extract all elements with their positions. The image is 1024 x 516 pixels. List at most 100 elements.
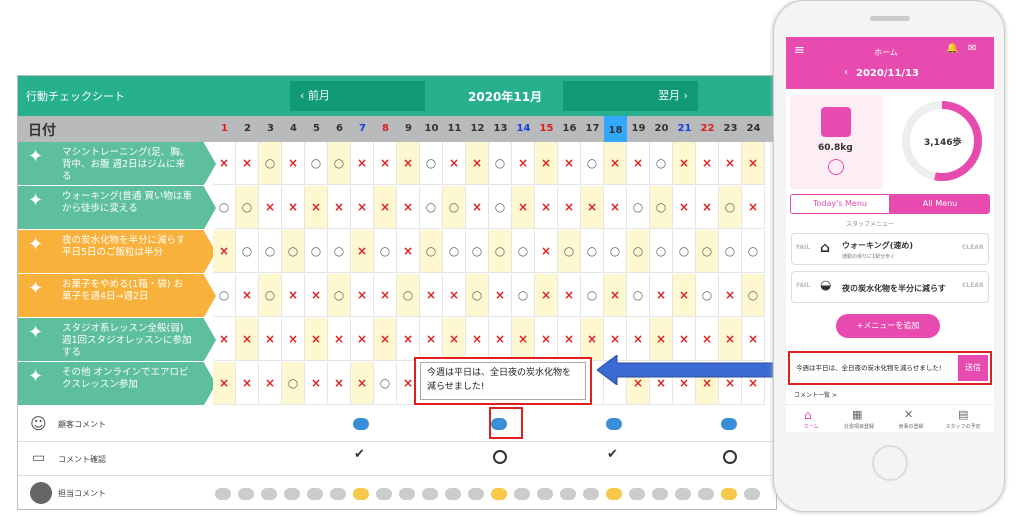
check-cell[interactable]: ○ xyxy=(420,186,443,229)
check-cell[interactable]: ○ xyxy=(650,186,673,229)
check-cell[interactable]: × xyxy=(443,142,466,185)
check-cell[interactable]: ○ xyxy=(512,230,535,273)
check-cell[interactable]: × xyxy=(443,318,466,361)
check-cell[interactable]: × xyxy=(489,274,512,317)
check-cell[interactable]: ○ xyxy=(742,230,765,273)
check-cell[interactable]: ○ xyxy=(328,274,351,317)
check-cell[interactable]: × xyxy=(259,318,282,361)
check-cell[interactable]: ○ xyxy=(213,186,236,229)
check-cell[interactable]: × xyxy=(443,274,466,317)
check-cell[interactable]: ○ xyxy=(305,230,328,273)
calendar-icon[interactable]: ▤ xyxy=(958,408,968,421)
check-cell[interactable]: ○ xyxy=(420,230,443,273)
staff-comment-icon[interactable] xyxy=(537,488,553,500)
check-cell[interactable]: × xyxy=(305,362,328,405)
check-cell[interactable]: × xyxy=(305,186,328,229)
check-cell[interactable]: × xyxy=(535,318,558,361)
check-cell[interactable]: × xyxy=(627,142,650,185)
check-circle-icon[interactable]: ✔ xyxy=(607,447,618,462)
check-cell[interactable]: × xyxy=(558,186,581,229)
nav-home[interactable]: ホーム xyxy=(786,423,836,430)
comment-bubble-icon[interactable] xyxy=(353,418,369,430)
check-cell[interactable]: × xyxy=(213,318,236,361)
check-cell[interactable]: × xyxy=(397,186,420,229)
check-cell[interactable]: × xyxy=(719,142,742,185)
check-cell[interactable]: × xyxy=(351,230,374,273)
check-cell[interactable]: × xyxy=(558,318,581,361)
prev-month-button[interactable]: ‹ 前月 xyxy=(300,87,330,103)
staff-comment-icon[interactable] xyxy=(675,488,691,500)
tab-all-menu[interactable]: All Menu xyxy=(889,195,989,213)
check-cell[interactable]: × xyxy=(282,318,305,361)
staff-comment-icon[interactable] xyxy=(422,488,438,500)
check-cell[interactable]: × xyxy=(604,142,627,185)
measure-icon[interactable]: ▦ xyxy=(852,408,862,421)
staff-comment-icon[interactable] xyxy=(330,488,346,500)
check-cell[interactable]: ○ xyxy=(466,274,489,317)
staff-comment-icon[interactable] xyxy=(744,488,760,500)
check-cell[interactable]: ○ xyxy=(397,274,420,317)
check-cell[interactable]: × xyxy=(604,186,627,229)
check-cell[interactable]: × xyxy=(236,362,259,405)
check-cell[interactable]: × xyxy=(397,142,420,185)
check-cell[interactable]: × xyxy=(742,186,765,229)
check-cell[interactable]: × xyxy=(374,186,397,229)
staff-comment-icon[interactable] xyxy=(468,488,484,500)
staff-comment-icon[interactable] xyxy=(606,488,622,500)
check-cell[interactable]: × xyxy=(604,274,627,317)
check-cell[interactable]: ○ xyxy=(627,186,650,229)
check-cell[interactable]: × xyxy=(719,274,742,317)
check-cell[interactable]: ○ xyxy=(719,186,742,229)
check-cell[interactable]: ○ xyxy=(443,186,466,229)
nav-measure[interactable]: 計測項目登録 xyxy=(834,423,884,430)
check-cell[interactable]: × xyxy=(351,318,374,361)
check-cell[interactable]: × xyxy=(351,186,374,229)
check-cell[interactable]: × xyxy=(466,318,489,361)
check-cell[interactable]: × xyxy=(535,142,558,185)
utensils-icon[interactable]: ✕ xyxy=(904,408,913,421)
staff-comment-icon[interactable] xyxy=(560,488,576,500)
check-cell[interactable]: × xyxy=(558,274,581,317)
bell-icon[interactable]: 🔔 xyxy=(946,43,958,54)
check-cell[interactable]: × xyxy=(466,186,489,229)
staff-comment-icon[interactable] xyxy=(445,488,461,500)
check-cell[interactable]: ○ xyxy=(696,274,719,317)
staff-comment-icon[interactable] xyxy=(721,488,737,500)
check-cell[interactable]: ○ xyxy=(696,230,719,273)
check-cell[interactable]: × xyxy=(213,142,236,185)
check-cell[interactable]: ○ xyxy=(259,230,282,273)
check-cell[interactable]: × xyxy=(282,274,305,317)
check-cell[interactable]: × xyxy=(512,186,535,229)
check-cell[interactable]: ○ xyxy=(650,230,673,273)
check-cell[interactable]: × xyxy=(374,274,397,317)
staff-comment-icon[interactable] xyxy=(215,488,231,500)
check-cell[interactable]: × xyxy=(535,274,558,317)
check-cell[interactable]: × xyxy=(236,274,259,317)
staff-comment-icon[interactable] xyxy=(261,488,277,500)
check-cell[interactable]: ○ xyxy=(650,142,673,185)
clear-label-2[interactable]: CLEAR xyxy=(962,282,984,289)
check-cell[interactable]: × xyxy=(236,318,259,361)
menu-item-walking[interactable]: FAIL ⌂ ウォーキング(速め) 通勤の帰りに1駅分歩く CLEAR xyxy=(791,233,989,265)
home-button[interactable] xyxy=(872,445,908,481)
check-cell[interactable]: × xyxy=(489,318,512,361)
check-cell[interactable]: × xyxy=(351,274,374,317)
unchecked-circle-icon[interactable] xyxy=(723,450,737,464)
chart-icon[interactable] xyxy=(828,159,844,175)
home-icon[interactable]: ⌂ xyxy=(804,408,812,422)
check-cell[interactable]: × xyxy=(742,142,765,185)
check-cell[interactable]: ○ xyxy=(581,274,604,317)
check-cell[interactable]: ○ xyxy=(558,230,581,273)
staff-comment-icon[interactable] xyxy=(353,488,369,500)
mail-icon[interactable]: ✉ xyxy=(968,43,976,54)
check-cell[interactable]: × xyxy=(374,142,397,185)
staff-comment-icon[interactable] xyxy=(307,488,323,500)
check-cell[interactable]: × xyxy=(259,186,282,229)
check-cell[interactable]: ○ xyxy=(627,230,650,273)
steps-card[interactable]: 3,146歩 xyxy=(894,95,987,189)
check-cell[interactable]: ○ xyxy=(328,230,351,273)
check-cell[interactable]: ○ xyxy=(282,230,305,273)
check-cell[interactable]: × xyxy=(282,186,305,229)
check-cell[interactable]: × xyxy=(420,318,443,361)
check-cell[interactable]: ○ xyxy=(581,142,604,185)
